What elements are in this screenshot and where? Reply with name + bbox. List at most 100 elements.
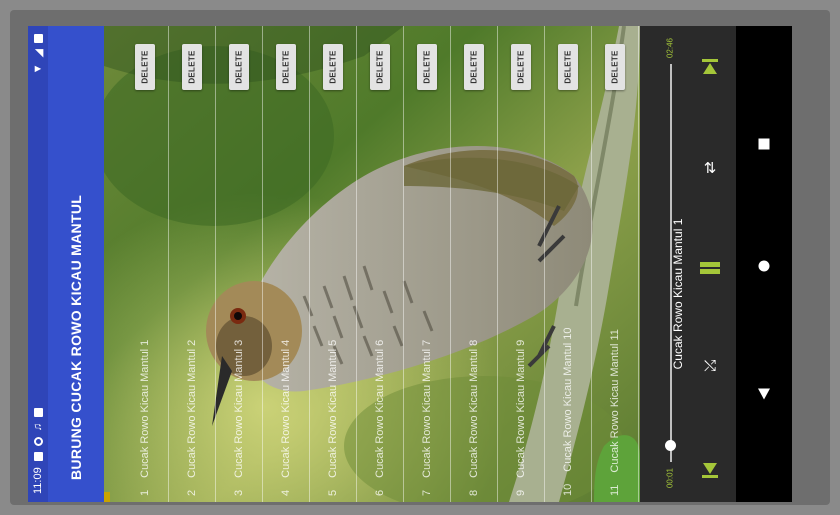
navigation-bar bbox=[736, 26, 792, 502]
playlist-item-number: 7 bbox=[421, 489, 433, 496]
playlist-item[interactable]: DELETE 8 Cucak Rowo Kicau Mantul 8 bbox=[451, 26, 498, 502]
playlist-item-number: 9 bbox=[515, 489, 527, 496]
playlist-item-title: Cucak Rowo Kicau Mantul 6 bbox=[374, 339, 386, 478]
playlist-item-title: Cucak Rowo Kicau Mantul 1 bbox=[139, 339, 151, 478]
playlist-item-number: 10 bbox=[562, 483, 574, 496]
player-panel: 02:46 00:01 Cucak Rowo Kicau Mantul 1 ⇅ … bbox=[640, 26, 736, 502]
playlist-item-title: Cucak Rowo Kicau Mantul 9 bbox=[515, 339, 527, 478]
delete-button-label: DELETE bbox=[281, 50, 291, 84]
delete-button-label: DELETE bbox=[234, 50, 244, 84]
playlist-item-title: Cucak Rowo Kicau Mantul 4 bbox=[280, 339, 292, 478]
playlist-item-title: Cucak Rowo Kicau Mantul 10 bbox=[562, 327, 574, 472]
skip-previous-icon bbox=[702, 463, 718, 478]
next-button[interactable] bbox=[700, 56, 720, 76]
playlist-item[interactable]: DELETE 9 Cucak Rowo Kicau Mantul 9 bbox=[498, 26, 545, 502]
sync-icon bbox=[33, 437, 43, 447]
delete-button[interactable]: DELETE bbox=[605, 44, 625, 90]
playlist-item-title: Cucak Rowo Kicau Mantul 5 bbox=[327, 339, 339, 478]
playlist-item-label: 4 Cucak Rowo Kicau Mantul 4 bbox=[280, 156, 292, 496]
playlist-item-label: 9 Cucak Rowo Kicau Mantul 9 bbox=[515, 156, 527, 496]
playlist-item-title: Cucak Rowo Kicau Mantul 8 bbox=[468, 339, 480, 478]
playlist-item-label: 2 Cucak Rowo Kicau Mantul 2 bbox=[186, 156, 198, 496]
playlist-item-label: 5 Cucak Rowo Kicau Mantul 5 bbox=[327, 156, 339, 496]
playlist-item-label: 7 Cucak Rowo Kicau Mantul 7 bbox=[421, 156, 433, 496]
pause-button[interactable] bbox=[700, 260, 720, 276]
playlist: DELETE 1 Cucak Rowo Kicau Mantul 1 DELETE 2 C… bbox=[104, 26, 640, 502]
status-time: 11:09 bbox=[32, 467, 44, 494]
delete-button-label: DELETE bbox=[328, 50, 338, 84]
app-bar: BURUNG CUCAK ROWO KICAU MANTUL bbox=[48, 26, 104, 502]
signal-icon: ◢ bbox=[32, 49, 45, 58]
playlist-item[interactable]: DELETE 11 Cucak Rowo Kicau Mantul 11 bbox=[592, 26, 639, 502]
playlist-item[interactable]: DELETE 4 Cucak Rowo Kicau Mantul 4 bbox=[263, 26, 310, 502]
sd-card-icon bbox=[33, 408, 43, 418]
back-button[interactable] bbox=[758, 388, 770, 400]
playlist-item-number: 11 bbox=[609, 484, 621, 496]
playlist-item[interactable]: DELETE 7 Cucak Rowo Kicau Mantul 7 bbox=[404, 26, 451, 502]
playlist-item[interactable]: DELETE 6 Cucak Rowo Kicau Mantul 6 bbox=[357, 26, 404, 502]
delete-button-label: DELETE bbox=[140, 50, 150, 84]
battery-icon bbox=[33, 34, 43, 43]
playlist-item-title: Cucak Rowo Kicau Mantul 11 bbox=[609, 329, 621, 473]
playlist-item-number: 3 bbox=[233, 489, 245, 496]
playlist-item-label: 11 Cucak Rowo Kicau Mantul 11 bbox=[609, 156, 621, 496]
playlist-item-title: Cucak Rowo Kicau Mantul 3 bbox=[233, 339, 245, 478]
repeat-button[interactable]: ⇅ bbox=[704, 159, 717, 177]
status-bar: 11:09 ♫ ▼ ◢ bbox=[28, 26, 48, 502]
delete-button-label: DELETE bbox=[422, 50, 432, 84]
playlist-item-number: 1 bbox=[139, 489, 151, 496]
playlist-item[interactable]: DELETE 10 Cucak Rowo Kicau Mantul 10 bbox=[545, 26, 592, 502]
playlist-item[interactable]: DELETE 1 Cucak Rowo Kicau Mantul 1 bbox=[122, 26, 169, 502]
playlist-item-label: 8 Cucak Rowo Kicau Mantul 8 bbox=[468, 156, 480, 496]
notification-icon bbox=[33, 452, 43, 462]
pause-icon bbox=[700, 260, 720, 276]
delete-button[interactable]: DELETE bbox=[276, 44, 296, 90]
delete-button[interactable]: DELETE bbox=[417, 44, 437, 90]
shuffle-icon: ⤭ bbox=[703, 357, 717, 375]
delete-button-label: DELETE bbox=[610, 50, 620, 84]
playlist-item-label: 3 Cucak Rowo Kicau Mantul 3 bbox=[233, 156, 245, 496]
delete-button[interactable]: DELETE bbox=[182, 44, 202, 90]
delete-button[interactable]: DELETE bbox=[464, 44, 484, 90]
delete-button[interactable]: DELETE bbox=[511, 44, 531, 90]
playlist-item-number: 8 bbox=[468, 489, 480, 496]
repeat-icon: ⇅ bbox=[703, 160, 717, 177]
playlist-item-number: 4 bbox=[280, 489, 292, 496]
delete-button[interactable]: DELETE bbox=[229, 44, 249, 90]
now-playing-title: Cucak Rowo Kicau Mantul 1 bbox=[671, 218, 685, 370]
playlist-item-label: 6 Cucak Rowo Kicau Mantul 6 bbox=[374, 156, 386, 496]
device-frame: 11:09 ♫ ▼ ◢ BURUNG CUCAK ROWO KICAU MANT… bbox=[10, 10, 830, 505]
current-item-marker bbox=[104, 492, 110, 502]
app-title: BURUNG CUCAK ROWO KICAU MANTUL bbox=[68, 194, 84, 480]
delete-button[interactable]: DELETE bbox=[323, 44, 343, 90]
delete-button-label: DELETE bbox=[469, 50, 479, 84]
music-note-icon: ♫ bbox=[32, 423, 44, 432]
delete-button-label: DELETE bbox=[563, 50, 573, 84]
total-time: 02:46 bbox=[665, 37, 675, 59]
shuffle-button[interactable]: ⤭ bbox=[704, 358, 716, 375]
playlist-item-title: Cucak Rowo Kicau Mantul 2 bbox=[186, 339, 198, 478]
delete-button[interactable]: DELETE bbox=[135, 44, 155, 90]
delete-button-label: DELETE bbox=[187, 50, 197, 84]
playlist-item-number: 5 bbox=[327, 489, 339, 496]
playlist-item-number: 2 bbox=[186, 489, 198, 496]
current-time: 00:01 bbox=[665, 467, 675, 489]
playlist-item-label: 10 Cucak Rowo Kicau Mantul 10 bbox=[562, 156, 574, 496]
recent-apps-button[interactable] bbox=[758, 138, 770, 150]
screen: 11:09 ♫ ▼ ◢ BURUNG CUCAK ROWO KICAU MANT… bbox=[28, 26, 792, 502]
playlist-item[interactable]: DELETE 5 Cucak Rowo Kicau Mantul 5 bbox=[310, 26, 357, 502]
playlist-item-title: Cucak Rowo Kicau Mantul 7 bbox=[421, 339, 433, 478]
playlist-item[interactable]: DELETE 3 Cucak Rowo Kicau Mantul 3 bbox=[216, 26, 263, 502]
delete-button-label: DELETE bbox=[375, 50, 385, 84]
home-button[interactable] bbox=[758, 260, 770, 272]
delete-button[interactable]: DELETE bbox=[558, 44, 578, 90]
playlist-item-number: 6 bbox=[374, 489, 386, 496]
skip-next-icon bbox=[702, 59, 718, 74]
delete-button[interactable]: DELETE bbox=[370, 44, 390, 90]
playlist-item-label: 1 Cucak Rowo Kicau Mantul 1 bbox=[139, 156, 151, 496]
delete-button-label: DELETE bbox=[516, 50, 526, 84]
previous-button[interactable] bbox=[700, 461, 720, 481]
playlist-area: DELETE 1 Cucak Rowo Kicau Mantul 1 DELETE 2 C… bbox=[104, 26, 640, 502]
playlist-item[interactable]: DELETE 2 Cucak Rowo Kicau Mantul 2 bbox=[169, 26, 216, 502]
wifi-icon: ▼ bbox=[32, 63, 44, 75]
